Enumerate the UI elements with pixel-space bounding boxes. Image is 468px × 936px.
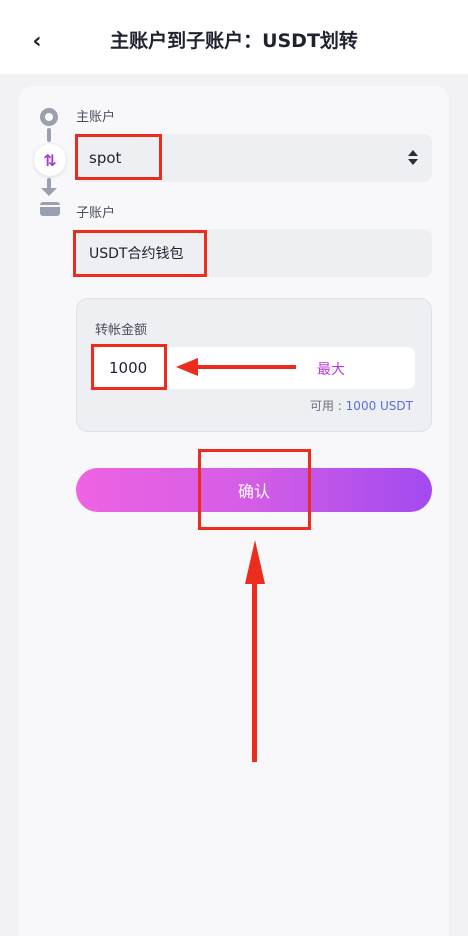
- source-dot-icon: [40, 108, 58, 126]
- arrow-down-icon: [41, 188, 57, 196]
- max-button[interactable]: 最大: [317, 359, 345, 379]
- annotation-box-from: [75, 134, 162, 180]
- annotation-arrow-up: [252, 580, 257, 762]
- header: ‹ 主账户到子账户：USDT划转: [0, 0, 468, 76]
- annotation-box-to: [73, 230, 207, 277]
- connector-line: [47, 128, 51, 142]
- wallet-icon: [40, 202, 60, 216]
- from-account-label: 主账户: [76, 110, 116, 125]
- annotation-arrow-left: [196, 365, 296, 369]
- arrow-up-icon: [245, 540, 265, 584]
- available-value: 1000 USDT: [345, 399, 413, 413]
- available-balance: 可用 : 1000 USDT: [310, 397, 413, 414]
- to-account-label: 子账户: [76, 206, 116, 221]
- swap-icon[interactable]: ⇅: [34, 144, 66, 176]
- available-label: 可用 :: [309, 399, 346, 413]
- transfer-direction-indicator: ⇅: [34, 106, 66, 216]
- sort-icon: [408, 150, 418, 166]
- page-title: 主账户到子账户：USDT划转: [110, 30, 358, 52]
- arrow-left-icon: [176, 358, 198, 376]
- annotation-box-amount: [91, 344, 167, 390]
- amount-label: 转帐金额: [95, 323, 148, 338]
- annotation-box-confirm: [198, 449, 311, 530]
